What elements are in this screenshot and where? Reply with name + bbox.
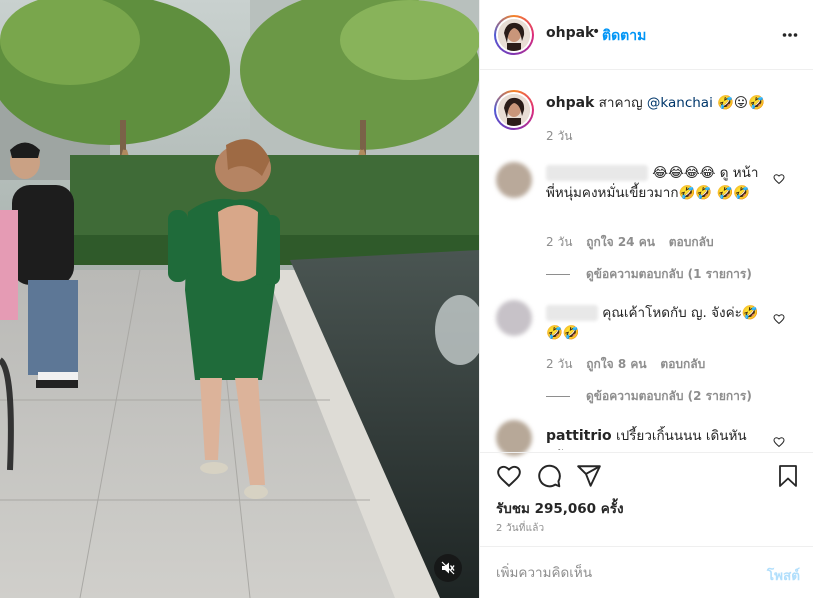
author-username[interactable]: ohpak [546, 25, 594, 41]
comment-avatar[interactable] [496, 420, 532, 456]
mute-button[interactable] [434, 554, 462, 582]
comment-1-meta: 2 วัน ถูกใจ 24 คน ตอบกลับ [546, 233, 714, 252]
heart-icon[interactable] [496, 463, 522, 489]
heart-icon[interactable] [773, 436, 785, 448]
separator-dot: • [592, 24, 601, 40]
post-comment-button[interactable]: โพสต์ [767, 564, 800, 586]
divider-line [546, 396, 570, 397]
comment-username-blurred[interactable] [546, 165, 648, 181]
add-comment-bar: โพสต์ [480, 546, 813, 598]
comment-1-emojis: 😂😂😂😂 [652, 165, 716, 181]
caption-avatar[interactable] [494, 90, 534, 130]
comment-avatar[interactable] [496, 300, 532, 336]
avatar-photo [498, 94, 530, 126]
comment-3-username[interactable]: pattitrio [546, 428, 612, 444]
comment-2-meta: 2 วัน ถูกใจ 8 คน ตอบกลับ [546, 355, 705, 374]
bookmark-icon[interactable] [776, 463, 800, 489]
comment-avatar[interactable] [496, 162, 532, 198]
comment-icon[interactable] [536, 463, 562, 489]
divider-line [546, 274, 570, 275]
caption-username[interactable]: ohpak [546, 95, 594, 111]
comment-1-view-replies[interactable]: ดูข้อความตอบกลับ (1 รายการ) [546, 265, 752, 284]
post-header: ohpak • ติดตาม [480, 0, 813, 70]
post-video[interactable] [0, 0, 479, 598]
follow-button[interactable]: ติดตาม [602, 25, 646, 47]
instagram-post-view: ohpak • ติดตาม ohpak สาคาญ @kanchai 🤣😛🤣 … [0, 0, 813, 598]
avatar-photo [498, 19, 530, 51]
comment-username-blurred[interactable] [546, 305, 598, 321]
heart-icon[interactable] [773, 313, 785, 325]
paper-plane-icon[interactable] [576, 463, 602, 489]
caption-mention[interactable]: @kanchai [647, 95, 713, 111]
comment-input[interactable] [496, 559, 746, 587]
heart-icon[interactable] [773, 173, 785, 185]
comment-2-view-replies-label: ดูข้อความตอบกลับ (2 รายการ) [586, 389, 752, 403]
author-avatar[interactable] [494, 15, 534, 55]
caption-emojis: 🤣😛🤣 [717, 95, 765, 111]
comment-1-view-replies-label: ดูข้อความตอบกลับ (1 รายการ) [586, 267, 752, 281]
video-frame [0, 0, 479, 598]
comment-2-likes[interactable]: ถูกใจ 8 คน [586, 357, 646, 371]
comment-1-reply-button[interactable]: ตอบกลับ [669, 235, 714, 249]
comment-2-time[interactable]: 2 วัน [546, 357, 572, 371]
comment-1: 😂😂😂😂 ดู หน้าพี่หนุ่มคงหมั่นเขี้ยวมาก🤣🤣 🤣… [546, 163, 766, 203]
caption-text: สาคาญ [598, 95, 643, 111]
caption: ohpak สาคาญ @kanchai 🤣😛🤣 [546, 93, 796, 113]
comment-1-time[interactable]: 2 วัน [546, 235, 572, 249]
post-actions: รับชม 295,060 ครั้ง 2 วันที่แล้ว [480, 452, 813, 546]
speaker-muted-icon [441, 561, 455, 575]
comment-2-view-replies[interactable]: ดูข้อความตอบกลับ (2 รายการ) [546, 387, 752, 406]
post-sidebar: ohpak • ติดตาม ohpak สาคาญ @kanchai 🤣😛🤣 … [479, 0, 813, 598]
more-horizontal-icon[interactable] [782, 29, 798, 41]
caption-time[interactable]: 2 วัน [546, 127, 572, 146]
post-age[interactable]: 2 วันที่แล้ว [496, 521, 544, 536]
comment-1-likes[interactable]: ถูกใจ 24 คน [586, 235, 655, 249]
comment-3: pattitrio เปรี้ยวเกิ้นนนน เดินหันหลัง [546, 426, 766, 450]
comment-2: คุณเค้าโหดกับ ญ. จังค่ะ🤣 🤣🤣 [546, 303, 766, 343]
views-count[interactable]: รับชม 295,060 ครั้ง [496, 497, 624, 519]
comment-2-reply-button[interactable]: ตอบกลับ [660, 357, 705, 371]
